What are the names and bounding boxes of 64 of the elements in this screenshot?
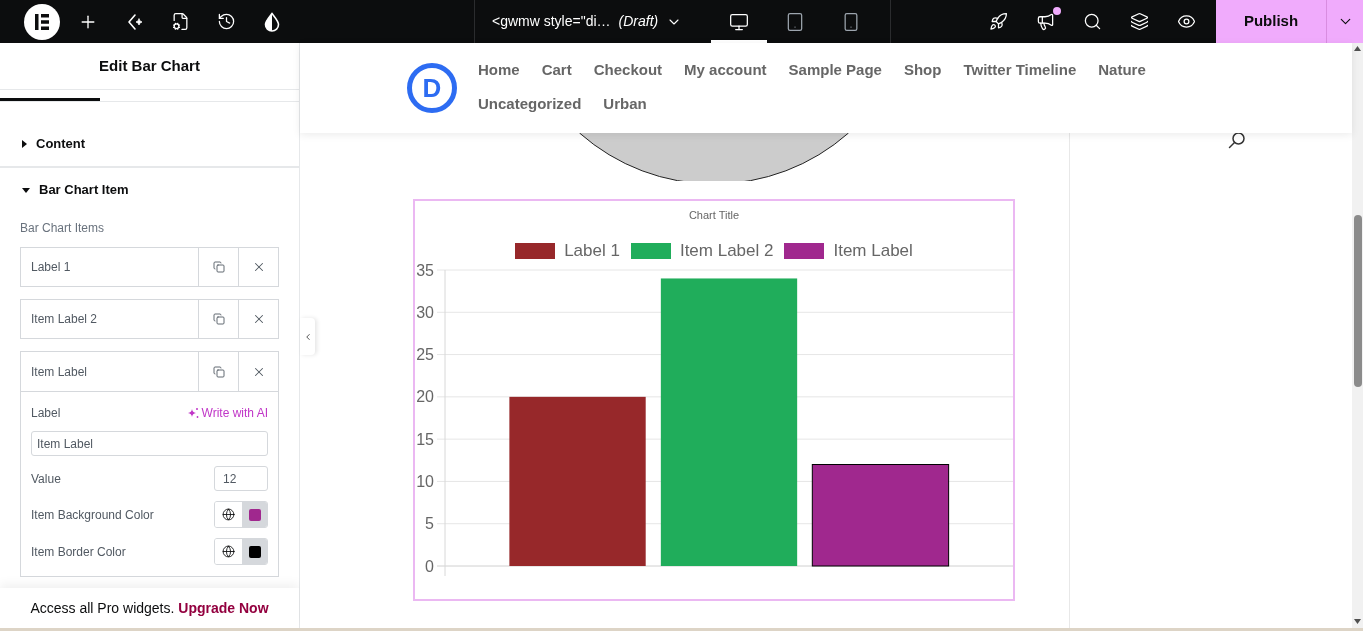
page-settings-icon[interactable]	[170, 12, 190, 31]
copy-icon[interactable]	[212, 365, 225, 378]
logo-icon[interactable]	[24, 3, 60, 40]
nav-link[interactable]: Checkout	[593, 53, 663, 87]
legend-label[interactable]: Item Label 2	[679, 241, 774, 261]
history-icon[interactable]	[216, 12, 236, 31]
draft-status[interactable]: (Draft)	[618, 11, 659, 32]
field-label: Item Border Color	[31, 543, 126, 561]
section-toggle[interactable]: Bar Chart Item	[0, 168, 299, 212]
upgrade-link[interactable]: Upgrade Now	[178, 599, 269, 616]
field-label: Label	[31, 405, 61, 422]
publish-button[interactable]: Publish	[1216, 0, 1326, 43]
nav-link[interactable]: Shop	[903, 53, 942, 87]
y-tick-label: 10	[416, 472, 434, 490]
legend-label[interactable]: Label 1	[564, 241, 620, 261]
nav-link[interactable]: Sample Page	[788, 53, 882, 87]
tablet-icon	[785, 11, 805, 32]
panel-title: Edit Bar Chart	[99, 55, 200, 76]
repeater-label: Bar Chart Items	[20, 221, 106, 235]
search-icon[interactable]	[1083, 12, 1102, 31]
copy-icon[interactable]	[212, 313, 225, 325]
site-logo[interactable]: D	[407, 63, 457, 113]
nav-link[interactable]: My account	[684, 53, 767, 87]
repeater-item-title[interactable]: Item Label	[21, 352, 198, 391]
write-with-ai-link[interactable]: Write with AI	[186, 404, 268, 422]
text-input[interactable]: Item Label	[31, 431, 268, 456]
field-label: Value	[31, 470, 61, 488]
legend-label[interactable]: Item Label	[833, 241, 913, 261]
nav-link[interactable]: Uncategorized	[478, 87, 582, 121]
color-picker-button[interactable]	[242, 502, 267, 527]
y-tick-label: 35	[416, 262, 434, 279]
scroll-down-icon[interactable]	[1354, 619, 1361, 624]
y-tick-label: 0	[425, 557, 434, 575]
megaphone-icon[interactable]	[1036, 12, 1055, 31]
repeater-item-title[interactable]: Label 1	[21, 248, 198, 286]
y-tick-label: 30	[416, 303, 434, 321]
nav-link[interactable]: Nature	[1098, 53, 1146, 87]
scroll-up-icon[interactable]	[1354, 46, 1361, 51]
nav-link[interactable]: Cart	[541, 53, 572, 87]
color-picker-button[interactable]	[242, 539, 267, 564]
promo-text: Access all Pro widgets. Upgrade Now	[30, 598, 269, 618]
y-tick-label: 25	[416, 346, 434, 364]
section-toggle[interactable]: Content	[0, 122, 299, 166]
y-tick-label: 20	[416, 388, 434, 406]
droplet-icon[interactable]	[263, 11, 281, 32]
field-label: Item Background Color	[31, 506, 154, 524]
nav-link[interactable]: Urban	[603, 87, 647, 121]
rocket-icon[interactable]	[989, 12, 1008, 31]
nav-link[interactable]: Twitter Timeline	[963, 53, 1077, 87]
copy-icon[interactable]	[212, 261, 225, 273]
search-icon[interactable]	[1228, 131, 1246, 149]
chart-title: Chart Title	[688, 208, 740, 222]
nav-link[interactable]: Home	[478, 53, 520, 87]
number-input[interactable]: 12	[214, 466, 268, 491]
repeater-item-title[interactable]: Item Label 2	[21, 300, 198, 338]
eye-icon[interactable]	[1177, 12, 1196, 31]
layers-icon[interactable]	[1130, 12, 1149, 31]
globe-icon[interactable]	[222, 508, 235, 521]
monitor-icon	[729, 11, 749, 32]
y-tick-label: 15	[416, 430, 434, 448]
globe-icon[interactable]	[222, 545, 235, 558]
document-title[interactable]: <gwmw style="di…	[492, 11, 611, 32]
scrollbar-thumb[interactable]	[1353, 215, 1362, 387]
y-tick-label: 5	[425, 515, 434, 533]
